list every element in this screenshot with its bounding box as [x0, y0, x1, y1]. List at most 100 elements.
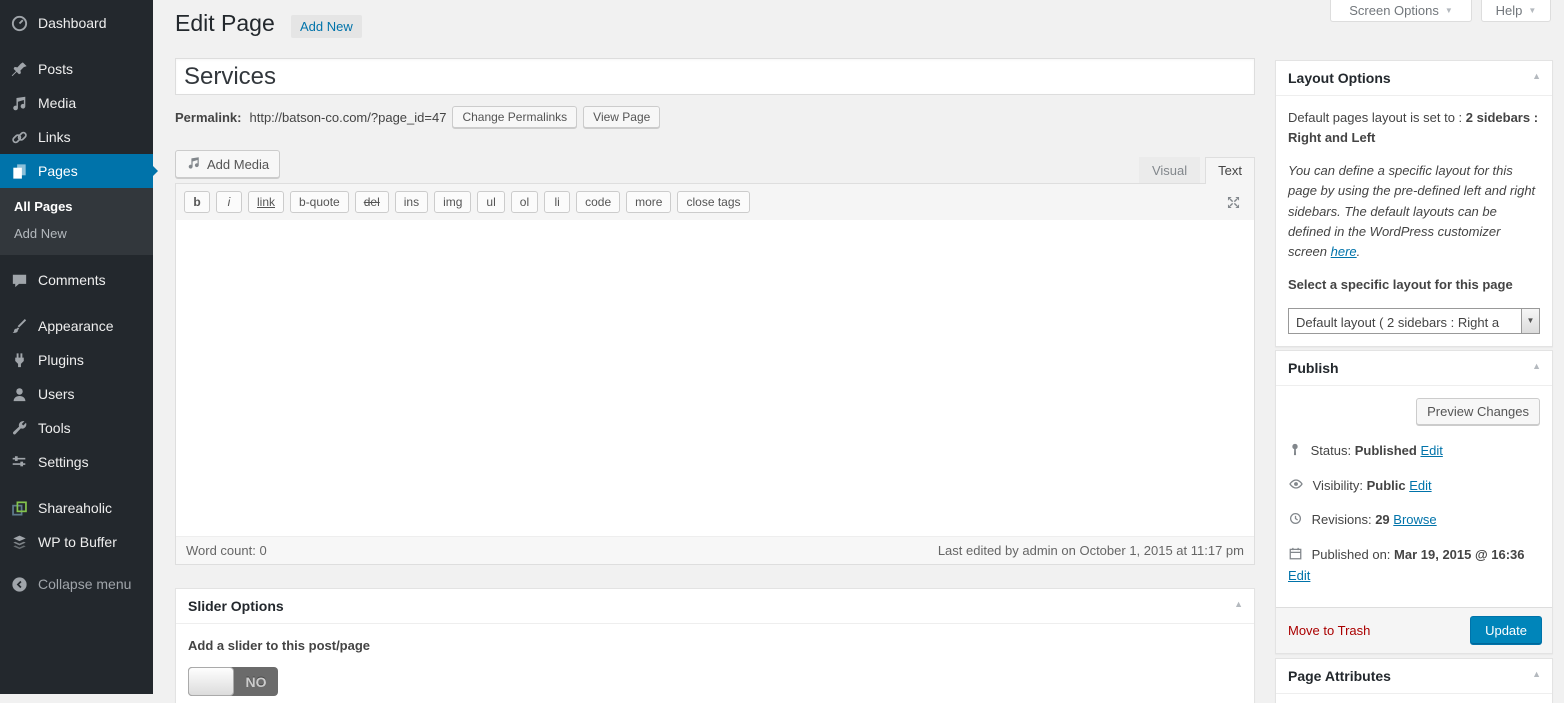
- sidebar-item-settings[interactable]: Settings: [0, 445, 153, 479]
- sidebar-item-label: WP to Buffer: [38, 534, 117, 550]
- user-icon: [9, 384, 29, 404]
- media-icon: [9, 93, 29, 113]
- slider-options-panel: Slider Options ▲ Add a slider to this po…: [175, 588, 1255, 703]
- distraction-free-expand-icon[interactable]: [1225, 194, 1242, 216]
- visibility-label: Visibility:: [1313, 478, 1367, 493]
- sidebar-item-appearance[interactable]: Appearance: [0, 309, 153, 343]
- sidebar-item-label: Appearance: [38, 318, 114, 334]
- quicktag-code-button[interactable]: code: [576, 191, 620, 213]
- sidebar-item-label: Plugins: [38, 352, 84, 368]
- customizer-here-link[interactable]: here: [1331, 244, 1357, 259]
- select-layout-label: Select a specific layout for this page: [1288, 275, 1540, 295]
- panel-collapse-icon[interactable]: ▲: [1234, 599, 1243, 609]
- editor-media-tabs-row: Add Media Visual Text: [175, 150, 1255, 183]
- sidebar-item-links[interactable]: Links: [0, 120, 153, 154]
- sidebar-item-users[interactable]: Users: [0, 377, 153, 411]
- quicktag-ul-button[interactable]: ul: [477, 191, 504, 213]
- layout-description: You can define a specific layout for thi…: [1288, 161, 1540, 262]
- panel-collapse-icon[interactable]: ▲: [1532, 669, 1541, 679]
- collapse-menu-button[interactable]: Collapse menu: [0, 567, 153, 601]
- quicktag-italic-button[interactable]: i: [216, 191, 242, 213]
- visibility-value: Public: [1367, 478, 1406, 493]
- slider-toggle-switch[interactable]: NO: [188, 667, 278, 696]
- sidebar-item-plugins[interactable]: Plugins: [0, 343, 153, 377]
- dashboard-icon: [9, 13, 29, 33]
- wordpress-edit-page-screen: Dashboard Posts Media Links Pages All Pa…: [0, 0, 1564, 703]
- slider-options-header[interactable]: Slider Options ▲: [176, 589, 1254, 624]
- add-new-button[interactable]: Add New: [291, 15, 362, 38]
- sidebar-item-label: Media: [38, 95, 76, 111]
- layout-description-text: You can define a specific layout for thi…: [1288, 163, 1535, 259]
- revisions-value: 29: [1375, 512, 1389, 527]
- sidebar-item-label: Shareaholic: [38, 500, 112, 516]
- screen-options-tab[interactable]: Screen Options ▼: [1330, 0, 1472, 22]
- quicktag-li-button[interactable]: li: [544, 191, 570, 213]
- layout-description-end: .: [1357, 244, 1361, 259]
- view-page-button[interactable]: View Page: [583, 106, 660, 128]
- help-label: Help: [1496, 3, 1523, 18]
- edit-visibility-link[interactable]: Edit: [1409, 478, 1431, 493]
- sidebar-item-shareaholic[interactable]: Shareaholic: [0, 491, 153, 525]
- help-tab[interactable]: Help ▼: [1481, 0, 1551, 22]
- sidebar-item-dashboard[interactable]: Dashboard: [0, 6, 153, 40]
- edit-status-link[interactable]: Edit: [1420, 443, 1442, 458]
- slider-options-title: Slider Options: [188, 598, 284, 614]
- layout-options-header[interactable]: Layout Options ▲: [1276, 61, 1552, 96]
- tab-visual[interactable]: Visual: [1139, 157, 1200, 184]
- panel-collapse-icon[interactable]: ▲: [1532, 71, 1541, 81]
- permalink-row: Permalink: http://batson-co.com/?page_id…: [175, 106, 1255, 128]
- chevron-down-icon: ▼: [1445, 7, 1453, 15]
- sidebar-item-comments[interactable]: Comments: [0, 263, 153, 297]
- edit-published-date-link[interactable]: Edit: [1288, 568, 1310, 583]
- publish-panel: Publish ▲ Preview Changes Status: Publis…: [1275, 350, 1553, 654]
- add-media-button[interactable]: Add Media: [175, 150, 280, 178]
- editor-status-bar: Word count: 0 Last edited by admin on Oc…: [176, 536, 1254, 564]
- sidebar-item-posts[interactable]: Posts: [0, 52, 153, 86]
- pages-submenu: All Pages Add New: [0, 188, 153, 255]
- select-dropdown-button[interactable]: ▼: [1521, 309, 1539, 333]
- tab-text[interactable]: Text: [1205, 157, 1255, 184]
- quicktag-ins-button[interactable]: ins: [395, 191, 428, 213]
- quicktag-bquote-button[interactable]: b-quote: [290, 191, 349, 213]
- pages-icon: [9, 161, 29, 181]
- sidebar-item-pages[interactable]: Pages: [0, 154, 153, 188]
- publish-header[interactable]: Publish ▲: [1276, 351, 1552, 386]
- permalink-url: http://batson-co.com/?page_id=47: [249, 110, 446, 125]
- quicktag-ol-button[interactable]: ol: [511, 191, 538, 213]
- chevron-down-icon: ▼: [1527, 317, 1535, 325]
- add-slider-label: Add a slider to this post/page: [188, 638, 1242, 653]
- page-attributes-header[interactable]: Page Attributes ▲: [1276, 659, 1552, 694]
- quicktag-link-button[interactable]: link: [248, 191, 284, 213]
- submenu-item-all-pages[interactable]: All Pages: [0, 193, 153, 220]
- sidebar-item-wp-to-buffer[interactable]: WP to Buffer: [0, 525, 153, 559]
- menu-separator: [0, 297, 153, 309]
- submenu-item-add-new[interactable]: Add New: [0, 220, 153, 247]
- permalink-label: Permalink:: [175, 110, 241, 125]
- sidebar-item-tools[interactable]: Tools: [0, 411, 153, 445]
- collapse-arrow-icon: [9, 574, 29, 594]
- move-to-trash-link[interactable]: Move to Trash: [1288, 623, 1370, 638]
- quicktag-img-button[interactable]: img: [434, 191, 471, 213]
- browse-revisions-link[interactable]: Browse: [1393, 512, 1436, 527]
- quicktag-more-button[interactable]: more: [626, 191, 671, 213]
- toggle-knob[interactable]: [188, 667, 234, 696]
- update-button[interactable]: Update: [1470, 616, 1542, 645]
- panel-collapse-icon[interactable]: ▲: [1532, 361, 1541, 371]
- quicktag-close-tags-button[interactable]: close tags: [677, 191, 749, 213]
- post-title-input[interactable]: [175, 58, 1255, 95]
- menu-separator: [0, 479, 153, 491]
- sidebar-item-label: Comments: [38, 272, 106, 288]
- layout-options-title: Layout Options: [1288, 70, 1391, 86]
- visibility-row: Visibility: Public Edit: [1288, 476, 1540, 498]
- quicktag-bold-button[interactable]: b: [184, 191, 210, 213]
- change-permalinks-button[interactable]: Change Permalinks: [452, 106, 577, 128]
- quicktag-del-button[interactable]: del: [355, 191, 389, 213]
- sidebar-item-label: Posts: [38, 61, 73, 77]
- content-textarea[interactable]: [176, 220, 1254, 536]
- layout-select-dropdown[interactable]: Default layout ( 2 sidebars : Right a ▼: [1288, 308, 1540, 334]
- publish-body: Preview Changes Status: Published Edit V…: [1276, 386, 1552, 607]
- preview-changes-button[interactable]: Preview Changes: [1416, 398, 1540, 425]
- quicktags-toolbar: b i link b-quote del ins img ul ol li co…: [176, 184, 1254, 220]
- sidebar-item-media[interactable]: Media: [0, 86, 153, 120]
- layout-options-panel: Layout Options ▲ Default pages layout is…: [1275, 60, 1553, 347]
